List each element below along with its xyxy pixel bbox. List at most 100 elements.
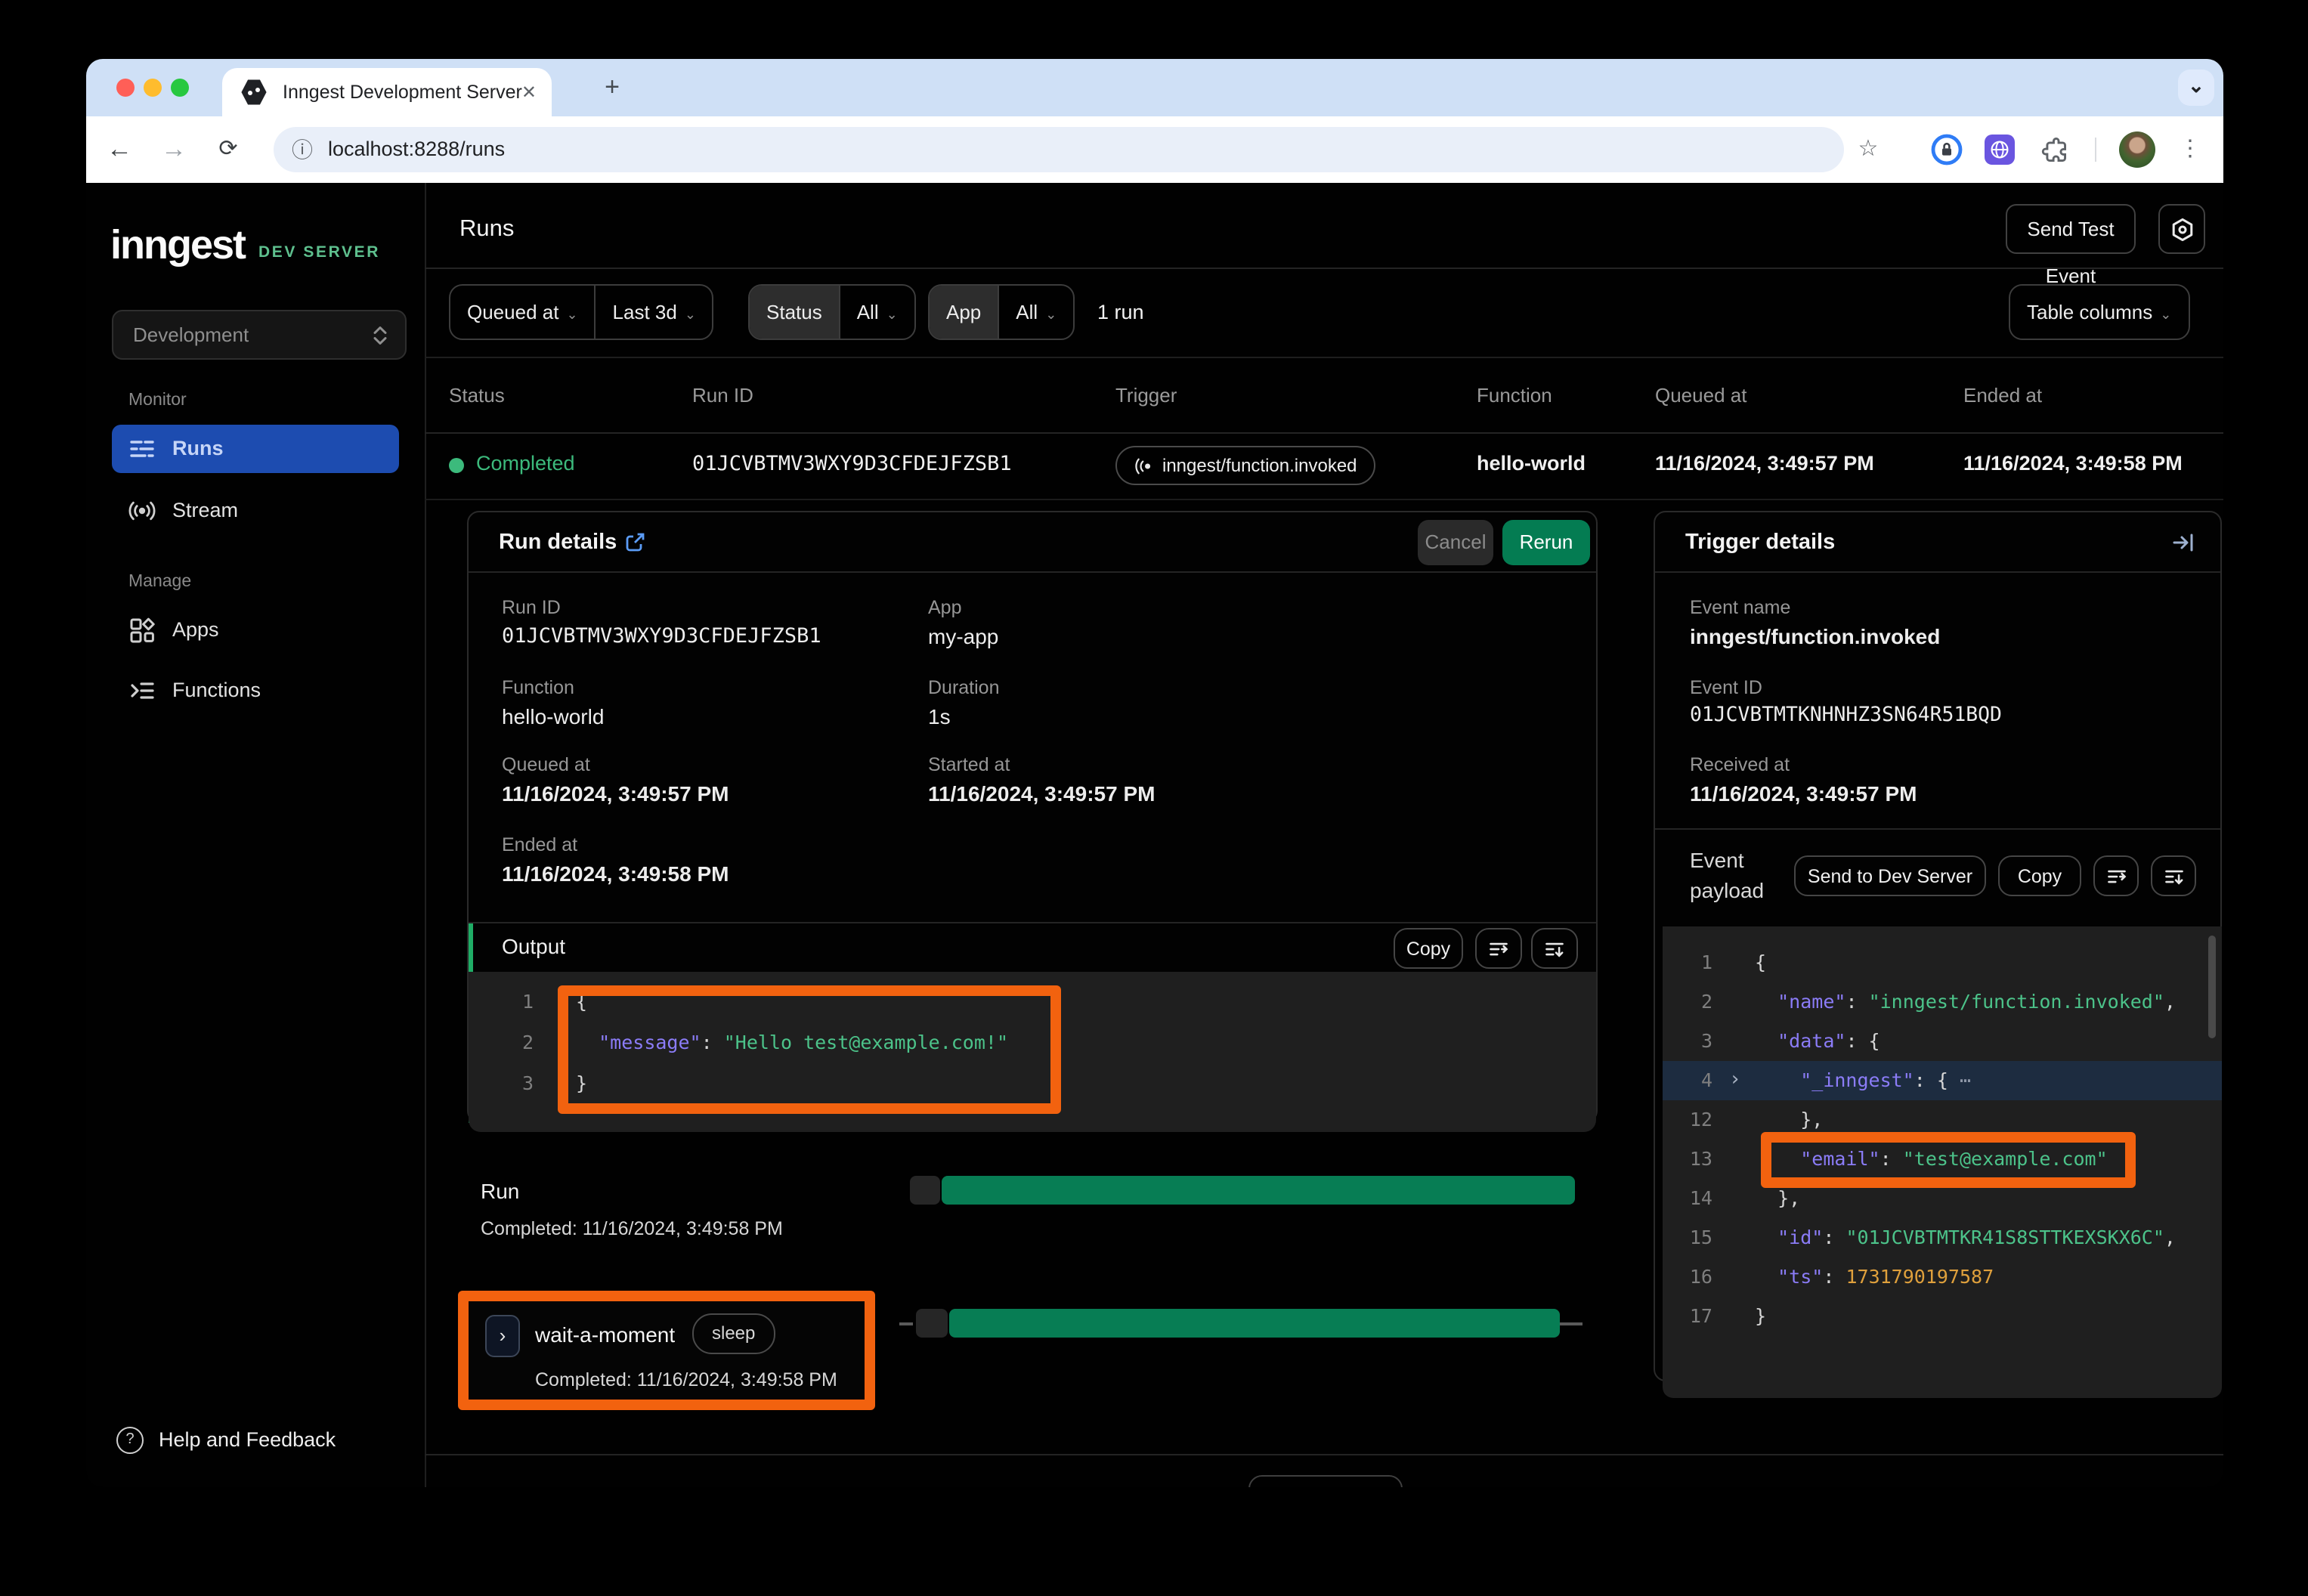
trigger-details-panel: Trigger details Event nameinngest/functi… [1654,511,2222,1381]
app-link[interactable]: my-app [928,624,998,648]
row-function: hello-world [1477,452,1586,475]
scroll-to-bottom-button[interactable] [1531,928,1578,969]
field-function: Functionhello-world [502,677,604,728]
run-bar[interactable] [942,1176,1575,1205]
timeline-run-label: Run [481,1179,519,1203]
step-completed: Completed: 11/16/2024, 3:49:58 PM [535,1369,837,1390]
code-line-4: 4› "_inngest": { ⋯ [1663,1061,2222,1100]
help-and-feedback[interactable]: ? Help and Feedback [116,1424,419,1460]
line-number: 2 [469,1022,534,1062]
trigger-pill[interactable]: inngest/function.invoked [1115,446,1375,485]
payload-word-wrap-button[interactable] [2093,855,2139,896]
output-copy-button[interactable]: Copy [1394,928,1463,969]
output-code-block: 1{2 "message": "Hello test@example.com!"… [469,972,1596,1132]
payload-scrollbar-thumb[interactable] [2208,936,2216,1038]
col-header-ended[interactable]: Ended at [1963,384,2042,407]
tab-search-chevron-icon[interactable]: ⌄ [2178,70,2214,106]
forward-icon[interactable]: → [156,116,192,183]
sidebar-item-label: Functions [172,667,261,715]
new-tab-button[interactable]: + [594,70,630,106]
time-field-filter[interactable]: Queued at⌄ [450,286,595,339]
browser-tab[interactable]: Inngest Development Server ✕ [222,68,552,116]
word-wrap-button[interactable] [1475,928,1522,969]
profile-avatar[interactable] [2119,131,2155,168]
tab-close-icon[interactable]: ✕ [521,68,537,116]
word-wrap-icon [1487,938,1510,959]
col-header-function[interactable]: Function [1477,384,1552,407]
run-details-header: Run details Cancel Rerun [469,512,1596,573]
code-line-3: 3 "data": { [1663,1022,2222,1061]
line-number: 3 [1663,1022,1712,1061]
payload-scroll-bottom-button[interactable] [2151,855,2196,896]
bottom-partial-button[interactable] [1248,1475,1403,1487]
step-expand-chevron[interactable]: › [485,1315,520,1357]
browser-menu-kebab-icon[interactable]: ⋮ [2172,116,2208,183]
table-columns-button[interactable]: Table columns⌄ [2009,284,2189,340]
rerun-button[interactable]: Rerun [1502,520,1590,565]
purple-extension-icon[interactable] [1985,135,2015,165]
settings-button[interactable] [2158,204,2205,254]
line-number: 17 [1663,1297,1712,1336]
payload-copy-button[interactable]: Copy [1998,855,2081,896]
row-queued-at: 11/16/2024, 3:49:57 PM [1655,452,1874,475]
chevron-down-icon: ⌄ [685,307,696,322]
site-info-icon[interactable]: ⓘ [292,127,313,172]
functions-icon [128,677,156,704]
traffic-zoom-button[interactable] [171,79,189,97]
sidebar-item-functions[interactable]: Functions [112,667,399,715]
sidebar: inngest DEV SERVER Development Monitor R… [86,183,426,1487]
help-label: Help and Feedback [159,1424,336,1455]
code-line-17: 17} [1663,1297,2222,1336]
line-number: 1 [469,981,534,1022]
status-filter-value[interactable]: All⌄ [839,286,914,339]
bookmark-star-icon[interactable]: ☆ [1850,116,1886,183]
collapse-panel-icon[interactable] [2172,532,2196,553]
traffic-minimize-button[interactable] [144,79,162,97]
col-header-run-id[interactable]: Run ID [692,384,753,407]
scroll-bottom-icon [2162,865,2185,886]
time-filter-group: Queued at⌄ Last 3d⌄ [449,284,714,340]
annotation-box-step: › wait-a-moment sleep Completed: 11/16/2… [458,1291,875,1410]
col-header-trigger[interactable]: Trigger [1115,384,1177,407]
code-line-16: 16 "ts": 1731790197587 [1663,1257,2222,1297]
sidebar-item-stream[interactable]: Stream [112,487,399,535]
cancel-button[interactable]: Cancel [1418,520,1493,565]
back-icon[interactable]: ← [101,116,138,183]
app-filter-value[interactable]: All⌄ [998,286,1073,339]
manage-section-label: Manage [128,573,191,591]
step-bar[interactable] [949,1309,1560,1338]
field-started-at: Started at11/16/2024, 3:49:57 PM [928,754,1155,806]
url-text: localhost:8288/runs [328,127,505,172]
extensions-puzzle-icon[interactable] [2039,135,2069,165]
password-manager-extension-icon[interactable] [1930,133,1963,166]
apps-icon [128,617,156,644]
address-bar[interactable]: ⓘ localhost:8288/runs [274,127,1844,172]
reload-icon[interactable]: ⟳ [210,116,246,183]
status-filter-group: Status All⌄ [748,284,916,340]
sidebar-item-apps[interactable]: Apps [112,606,399,654]
col-header-status[interactable]: Status [449,384,505,407]
step-bar-connector-left [899,1322,913,1325]
browser-toolbar: ← → ⟳ ⓘ localhost:8288/runs ☆ ⋮ [86,116,2223,183]
send-to-dev-server-button[interactable]: Send to Dev Server [1794,855,1986,896]
status-dot [449,458,464,473]
runs-icon [128,435,156,462]
send-test-event-button[interactable]: Send Test Event [2006,204,2136,254]
function-link[interactable]: hello-world [502,704,604,728]
col-header-queued[interactable]: Queued at [1655,384,1746,407]
line-number: 15 [1663,1218,1712,1257]
field-event-name: Event nameinngest/function.invoked [1690,597,1940,648]
external-link-icon[interactable] [624,532,645,553]
tab-title: Inngest Development Server [283,68,522,116]
time-range-filter[interactable]: Last 3d⌄ [595,286,713,339]
code-line-2: 2 "message": "Hello test@example.com!" [469,1022,1596,1062]
fold-toggle-icon[interactable]: › [1729,1061,1741,1100]
trigger-pill-label: inngest/function.invoked [1162,455,1357,476]
toolbar-divider [2095,138,2096,162]
code-line-1: 1{ [469,981,1596,1022]
chevron-down-icon: ⌄ [566,307,577,322]
field-event-id: Event ID01JCVBTMTKNHNHZ3SN64R51BQD [1690,677,2002,727]
sidebar-item-runs[interactable]: Runs [112,425,399,473]
environment-select[interactable]: Development [112,310,407,360]
traffic-close-button[interactable] [116,79,135,97]
